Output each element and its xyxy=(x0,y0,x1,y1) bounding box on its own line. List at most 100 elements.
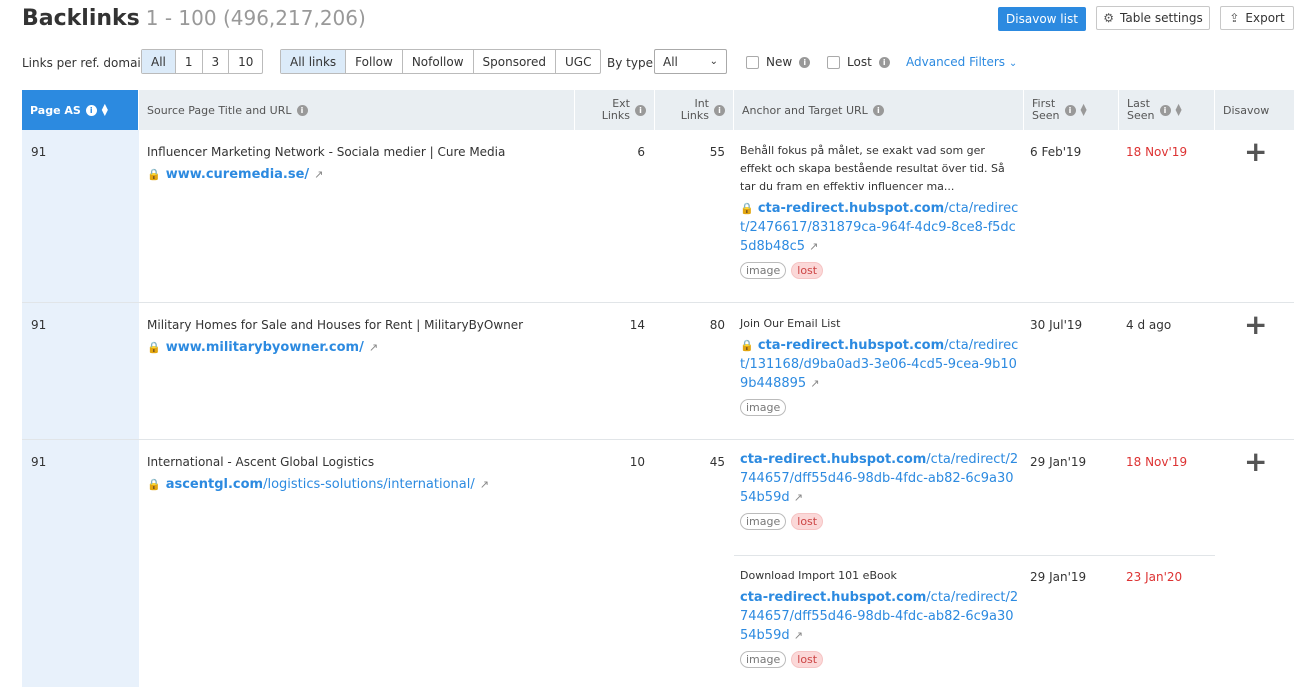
link-type-nofollow[interactable]: Nofollow xyxy=(403,50,474,73)
advanced-filters-label: Advanced Filters xyxy=(906,55,1006,69)
tag-image: image xyxy=(740,399,787,416)
by-type-label: By type xyxy=(607,56,653,70)
new-checkbox-box[interactable] xyxy=(746,55,759,69)
col-page-as[interactable]: Page AS i ▲ ▼ xyxy=(22,90,139,130)
disavow-add-icon[interactable]: + xyxy=(1244,448,1267,476)
col-first-seen-label: First Seen xyxy=(1032,98,1060,122)
links-per-ref-3[interactable]: 3 xyxy=(203,50,230,73)
by-type-select[interactable]: All ⌄ xyxy=(654,49,727,74)
external-link-icon[interactable]: ↗ xyxy=(314,168,323,181)
chevron-down-icon: ⌄ xyxy=(709,56,718,67)
external-link-icon[interactable]: ↗ xyxy=(810,377,819,390)
last-seen-value: 4 d ago xyxy=(1126,318,1172,332)
col-anchor: Anchor and Target URL i xyxy=(734,90,1024,130)
result-range: 1 - 100 (496,217,206) xyxy=(145,6,366,30)
links-per-ref-all[interactable]: All xyxy=(142,50,176,73)
lost-label: Lost xyxy=(847,55,872,69)
external-link-icon[interactable]: ↗ xyxy=(809,240,818,253)
table-settings-label: Table settings xyxy=(1120,11,1203,25)
source-url-link[interactable]: 🔒 www.curemedia.se/ ↗ xyxy=(147,167,505,182)
external-link-icon[interactable]: ↗ xyxy=(794,629,803,642)
int-links-value: 45 xyxy=(709,455,725,469)
source-domain: ascentgl.com xyxy=(165,477,264,492)
links-per-ref-1[interactable]: 1 xyxy=(176,50,203,73)
tag-image: image xyxy=(740,513,787,530)
link-type-sponsored[interactable]: Sponsored xyxy=(474,50,556,73)
anchor-cell: Download Import 101 eBook cta-redirect.h… xyxy=(740,567,1020,668)
col-int-links[interactable]: Int Links i xyxy=(655,90,734,130)
col-anchor-label: Anchor and Target URL xyxy=(742,103,868,117)
tag-list: image lost xyxy=(740,651,1020,668)
new-label: New xyxy=(766,55,793,69)
external-link-icon[interactable]: ↗ xyxy=(369,341,378,354)
disavow-add-icon[interactable]: + xyxy=(1244,138,1267,166)
target-url-link[interactable]: 🔒 cta-redirect.hubspot.com/cta/redirect/… xyxy=(740,336,1020,393)
ext-links-value: 6 xyxy=(637,145,645,159)
source-url-link[interactable]: 🔒 www.militarybyowner.com/ ↗ xyxy=(147,340,523,355)
lost-checkbox[interactable]: Lost i xyxy=(827,55,890,69)
link-type-follow[interactable]: Follow xyxy=(346,50,403,73)
info-icon: i xyxy=(714,104,725,116)
source-cell: International - Ascent Global Logistics … xyxy=(147,455,489,492)
disavow-list-label: Disavow list xyxy=(1006,12,1078,26)
last-seen-value: 18 Nov'19 xyxy=(1126,455,1188,469)
lost-checkbox-box[interactable] xyxy=(827,55,840,69)
table-settings-button[interactable]: ⚙ Table settings xyxy=(1096,6,1210,30)
col-ext-links-label: Ext Links xyxy=(602,98,630,122)
info-icon: i xyxy=(296,104,308,116)
col-int-links-line2: Links xyxy=(680,109,709,122)
col-first-seen-line2: Seen xyxy=(1032,109,1060,122)
link-type-all[interactable]: All links xyxy=(281,50,347,73)
anchor-cell: Join Our Email List 🔒 cta-redirect.hubsp… xyxy=(740,315,1020,416)
first-seen-value: 30 Jul'19 xyxy=(1030,318,1083,332)
anchor-text: Download Import 101 eBook xyxy=(740,569,897,582)
link-type-ugc[interactable]: UGC xyxy=(556,50,600,73)
links-per-ref-label: Links per ref. domain xyxy=(22,56,149,70)
sort-icon: ▲ ▼ xyxy=(1175,102,1182,117)
first-seen-value: 6 Feb'19 xyxy=(1030,145,1082,159)
lock-icon: 🔒 xyxy=(147,478,161,491)
new-checkbox[interactable]: New i xyxy=(746,55,811,69)
col-last-seen-line2: Seen xyxy=(1127,109,1155,122)
table-header: Page AS i ▲ ▼ Source Page Title and URL i… xyxy=(22,90,1294,130)
int-links-value: 80 xyxy=(709,318,725,332)
source-title: Influencer Marketing Network - Sociala m… xyxy=(147,145,506,159)
sort-icon: ▲ ▼ xyxy=(101,102,108,117)
info-icon: i xyxy=(878,56,890,68)
info-icon: i xyxy=(635,104,646,116)
tag-list: image lost xyxy=(740,262,1020,279)
links-per-ref-10[interactable]: 10 xyxy=(229,50,262,73)
col-last-seen-label: Last Seen xyxy=(1127,98,1155,122)
lock-icon: 🔒 xyxy=(147,168,161,181)
col-page-as-label: Page AS xyxy=(30,103,81,117)
info-icon: i xyxy=(85,104,97,116)
target-url-link[interactable]: cta-redirect.hubspot.com/cta/redirect/27… xyxy=(740,450,1020,507)
target-url-link[interactable]: 🔒 cta-redirect.hubspot.com/cta/redirect/… xyxy=(740,199,1020,256)
sort-icon: ▲ ▼ xyxy=(1080,102,1087,117)
col-ext-links[interactable]: Ext Links i xyxy=(575,90,655,130)
disavow-add-icon[interactable]: + xyxy=(1244,311,1267,339)
last-seen-value: 18 Nov'19 xyxy=(1126,145,1188,159)
tag-list: image xyxy=(740,399,1020,416)
target-url-link[interactable]: cta-redirect.hubspot.com/cta/redirect/27… xyxy=(740,588,1020,645)
export-label: Export xyxy=(1245,11,1285,25)
info-icon: i xyxy=(1064,104,1076,116)
page-as-value: 91 xyxy=(31,145,47,159)
source-url-link[interactable]: 🔒 ascentgl.com/logistics-solutions/inter… xyxy=(147,477,489,492)
source-cell: Military Homes for Sale and Houses for R… xyxy=(147,318,523,355)
col-first-seen[interactable]: First Seen i ▲ ▼ xyxy=(1024,90,1119,130)
info-icon: i xyxy=(799,56,811,68)
advanced-filters-link[interactable]: Advanced Filters ⌄ xyxy=(906,55,1017,69)
export-button[interactable]: ⇪ Export xyxy=(1220,6,1294,30)
col-disavow: Disavow xyxy=(1215,90,1294,130)
tag-list: image lost xyxy=(740,513,1020,530)
lock-icon: 🔒 xyxy=(147,341,161,354)
col-last-seen[interactable]: Last Seen i ▲ ▼ xyxy=(1119,90,1215,130)
external-link-icon[interactable]: ↗ xyxy=(794,491,803,504)
gear-icon: ⚙ xyxy=(1103,11,1115,25)
col-source: Source Page Title and URL i xyxy=(139,90,575,130)
external-link-icon[interactable]: ↗ xyxy=(480,478,489,491)
page-title: Backlinks 1 - 100 (496,217,206) xyxy=(22,6,366,31)
disavow-list-button[interactable]: Disavow list xyxy=(998,7,1086,31)
ext-links-value: 14 xyxy=(629,318,645,332)
